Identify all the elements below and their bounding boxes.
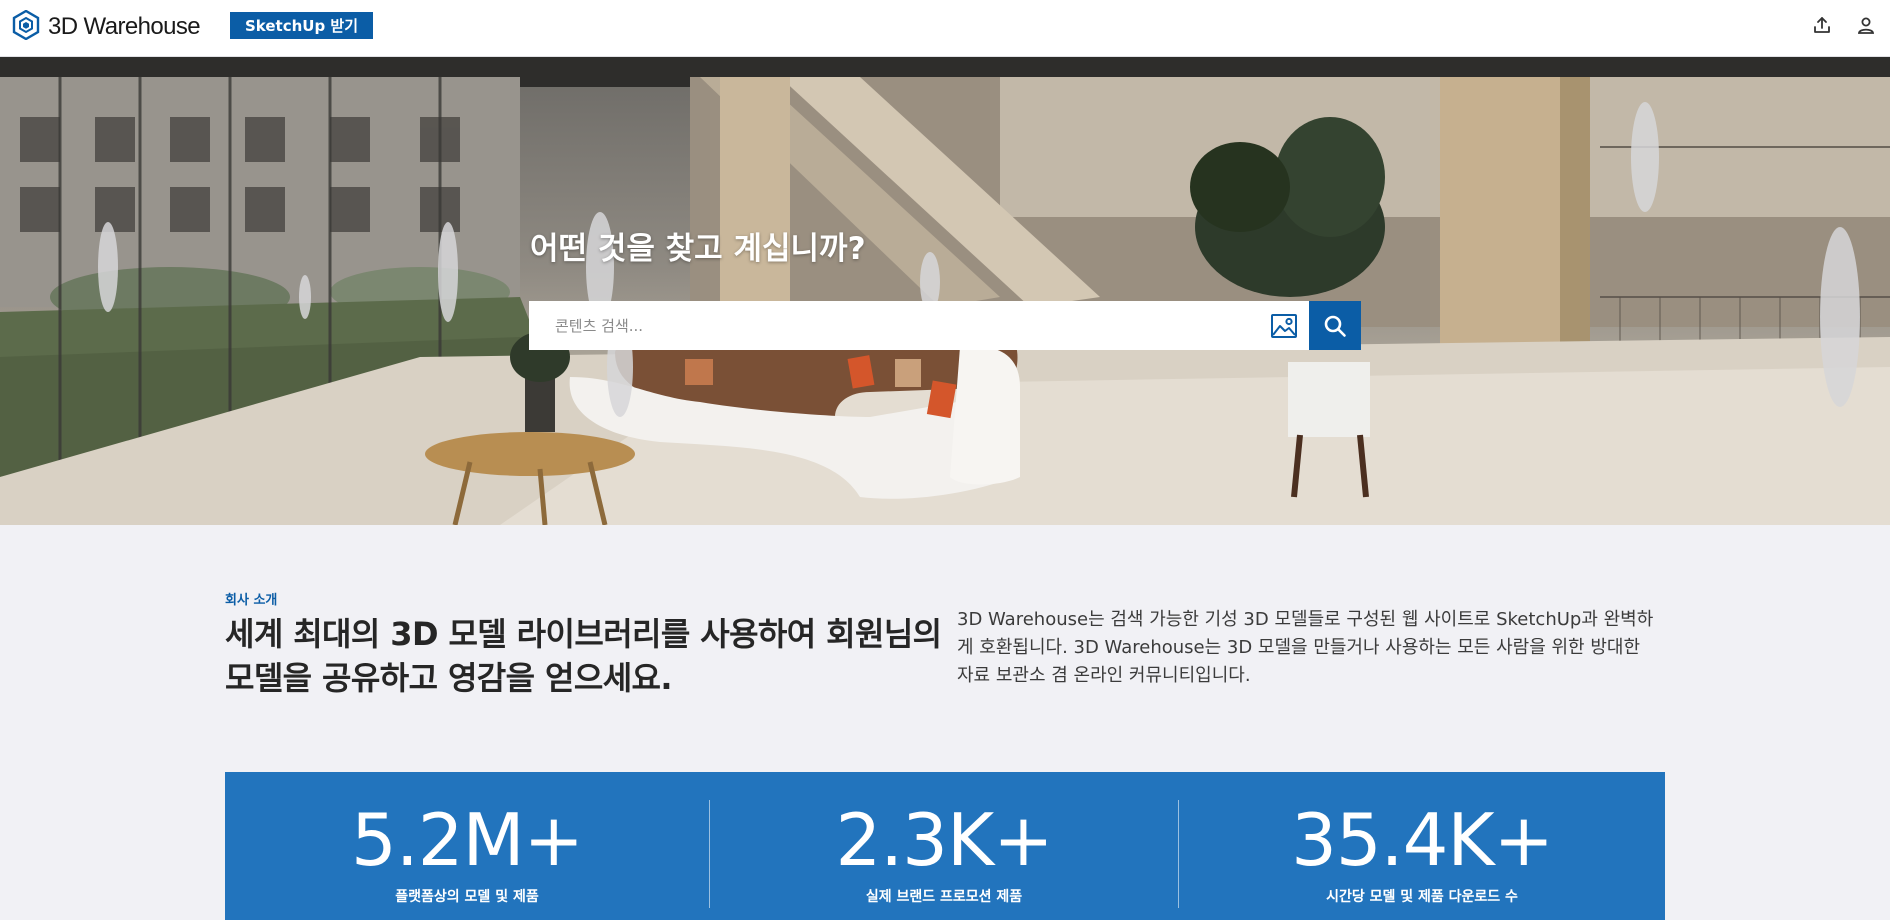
image-search-icon[interactable]: [1259, 301, 1309, 350]
upload-icon[interactable]: [1811, 14, 1833, 36]
stat-brands: 2.3K+ 실제 브랜드 프로모션 제품: [710, 772, 1178, 920]
search-icon: [1324, 315, 1346, 337]
stat-label: 시간당 모델 및 제품 다운로드 수: [1326, 889, 1518, 905]
stat-downloads: 35.4K+ 시간당 모델 및 제품 다운로드 수: [1179, 772, 1665, 920]
home-logo-link[interactable]: 3D Warehouse: [12, 9, 201, 44]
stat-label: 플랫폼상의 모델 및 제품: [395, 889, 539, 905]
search-button[interactable]: [1309, 301, 1361, 350]
stat-models: 5.2M+ 플랫폼상의 모델 및 제품: [225, 772, 709, 920]
top-navigation-bar: 3D Warehouse SketchUp 받기: [0, 0, 1890, 57]
stat-value: 35.4K+: [1291, 798, 1554, 882]
about-headline: 세계 최대의 3D 모델 라이브러리를 사용하여 회원님의 모델을 공유하고 영…: [225, 615, 942, 697]
stat-value: 5.2M+: [351, 798, 584, 882]
stat-label: 실제 브랜드 프로모션 제품: [865, 889, 1023, 905]
logo-text: 3D Warehouse: [48, 13, 201, 40]
about-section-label: 회사 소개: [225, 593, 278, 608]
stat-value: 2.3K+: [835, 798, 1053, 882]
get-sketchup-button[interactable]: SketchUp 받기: [230, 12, 373, 39]
hero-title: 어떤 것을 찾고 계십니까?: [530, 231, 866, 267]
about-description: 3D Warehouse는 검색 가능한 기성 3D 모델들로 구성된 웹 사이…: [957, 609, 1654, 686]
hero-background-image: [0, 57, 1890, 525]
hero-banner: 어떤 것을 찾고 계십니까?: [0, 57, 1890, 525]
warehouse-cube-icon: [12, 9, 40, 44]
stats-panel: 5.2M+ 플랫폼상의 모델 및 제품 2.3K+ 실제 브랜드 프로모션 제품…: [225, 772, 1665, 920]
search-input[interactable]: [529, 301, 1259, 350]
search-bar: [529, 301, 1361, 350]
user-icon[interactable]: [1855, 14, 1877, 36]
